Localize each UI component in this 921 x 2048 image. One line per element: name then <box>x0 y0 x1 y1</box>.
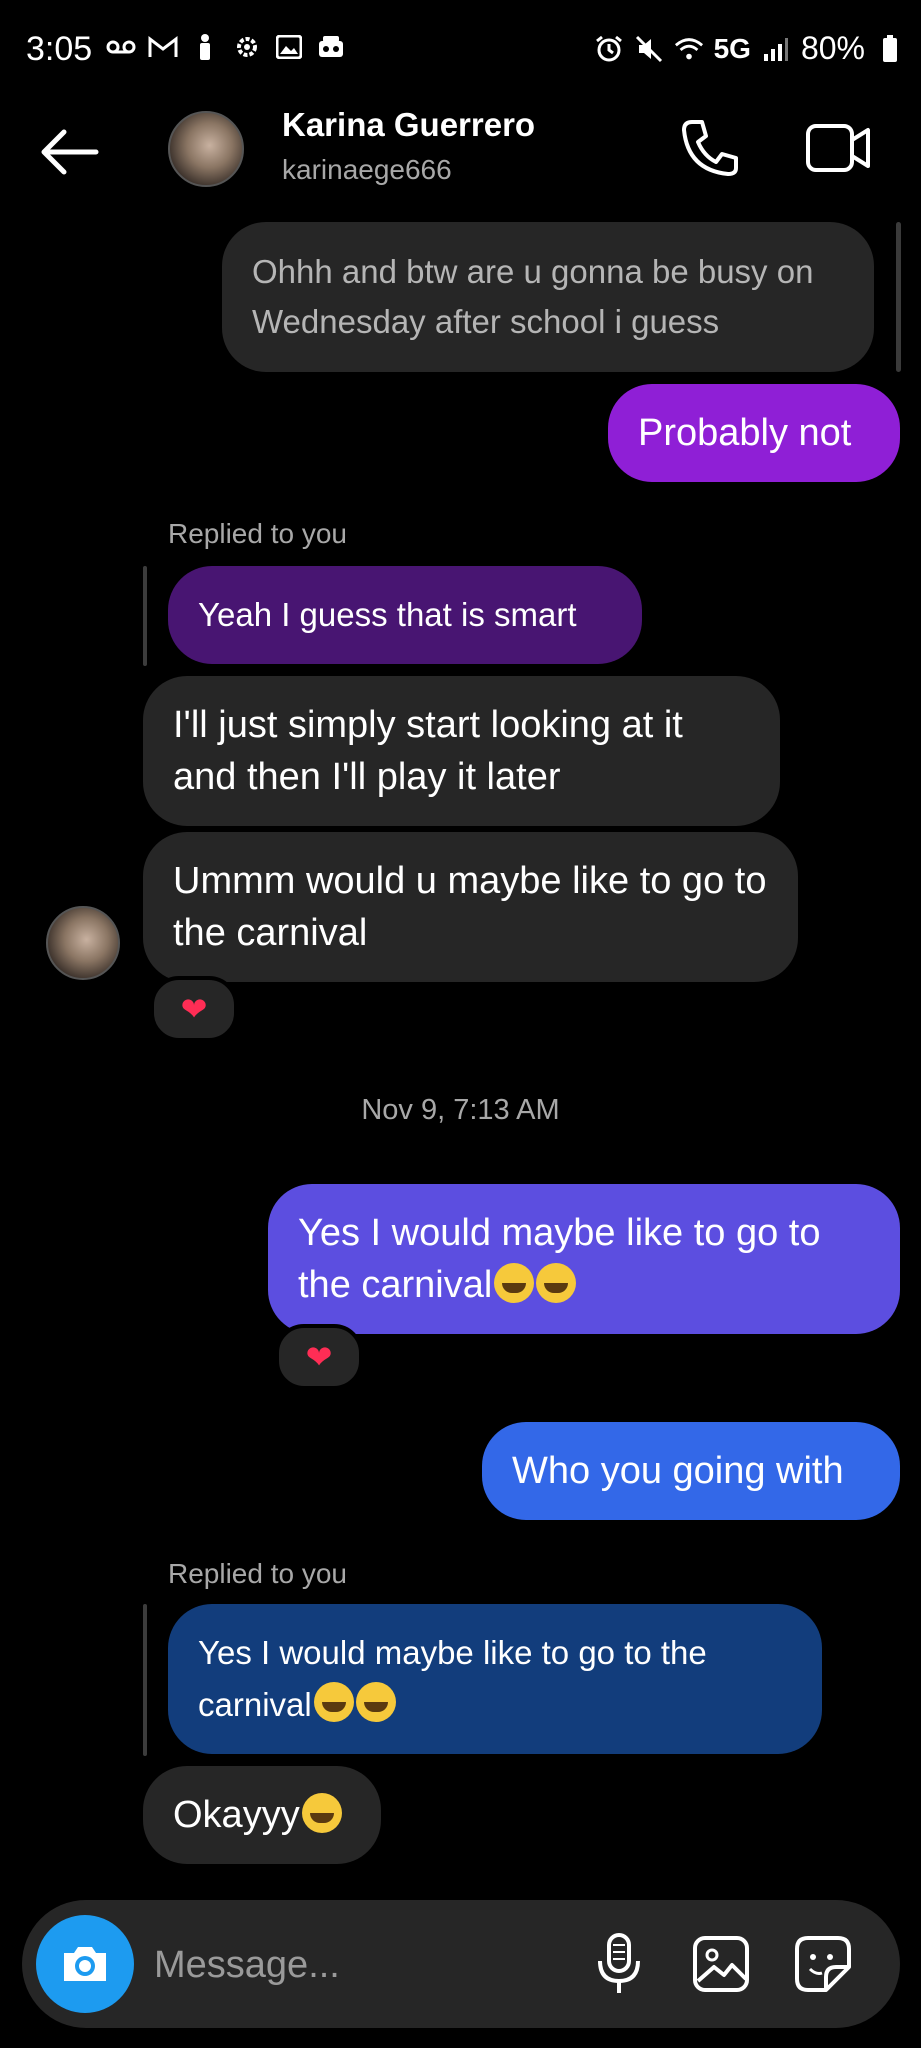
camera-icon <box>64 1947 106 1981</box>
video-camera-icon <box>806 124 870 172</box>
app-notification-icon <box>316 32 346 62</box>
voice-message-button[interactable] <box>586 1931 652 1997</box>
replied-label: Replied to you <box>168 1558 348 1589</box>
incoming-message-bubble[interactable]: I'll just simply start looking at it and… <box>143 676 780 826</box>
gallery-icon <box>274 32 304 62</box>
outgoing-message-bubble[interactable]: Ohhh and btw are u gonna be busy on Wedn… <box>222 222 874 372</box>
contact-name[interactable]: Karina Guerrero <box>282 106 535 144</box>
voice-call-button[interactable] <box>678 116 742 180</box>
settings-gear-icon <box>232 32 262 62</box>
grinning-emoji-icon <box>536 1263 577 1303</box>
outgoing-message-bubble[interactable]: Who you going with <box>482 1422 900 1520</box>
outgoing-message-bubble[interactable]: Probably not <box>608 384 900 482</box>
quoted-text: Yeah I guess that is smart <box>198 596 577 633</box>
reply-indicator-bar <box>143 1604 147 1756</box>
grinning-sweat-emoji-icon <box>494 1263 535 1303</box>
video-call-button[interactable] <box>804 116 872 180</box>
message-text: Okayyy <box>173 1794 300 1836</box>
quoted-message[interactable]: Yes I would maybe like to go to the carn… <box>168 1604 822 1754</box>
chat-scrollbar[interactable] <box>896 222 901 372</box>
network-type-label: 5G <box>713 32 751 64</box>
microphone-icon <box>598 1933 640 1993</box>
message-timestamp: Nov 9, 7:13 AM <box>361 1094 560 1126</box>
message-input[interactable] <box>152 1932 576 1998</box>
gmail-icon <box>148 32 178 62</box>
wifi-icon <box>674 34 704 64</box>
incoming-message-bubble[interactable]: Ummm would u maybe like to go to the car… <box>143 832 798 982</box>
message-text: Probably not <box>638 412 852 454</box>
sticker-button[interactable] <box>790 1931 856 1997</box>
alarm-icon <box>594 34 624 64</box>
outgoing-message-bubble[interactable]: Yes I would maybe like to go to the carn… <box>268 1184 900 1334</box>
image-icon <box>693 1936 749 1992</box>
status-notification-icons <box>106 32 346 62</box>
camera-button[interactable] <box>36 1915 134 2013</box>
sticker-icon <box>795 1936 851 1992</box>
message-text: Ohhh and btw are u gonna be busy on Wedn… <box>252 253 814 340</box>
back-arrow-icon <box>41 129 99 175</box>
message-text: Ummm would u maybe like to go to the car… <box>173 860 767 954</box>
quoted-text: Yes I would maybe like to go to the carn… <box>198 1634 707 1723</box>
grinning-sweat-emoji-icon <box>301 1793 342 1833</box>
grinning-emoji-icon <box>355 1682 396 1722</box>
sender-avatar[interactable] <box>46 906 120 980</box>
incoming-message-bubble[interactable]: Okayyy <box>143 1766 381 1864</box>
contact-avatar[interactable] <box>168 111 244 187</box>
battery-percent: 80% <box>800 30 865 66</box>
heart-reaction-icon: ❤ <box>305 1339 333 1375</box>
reply-indicator-bar <box>143 566 147 666</box>
back-button[interactable] <box>40 122 100 182</box>
status-system-icons: 5G 80% <box>594 30 905 67</box>
mute-icon <box>634 34 664 64</box>
battery-icon <box>875 34 905 64</box>
voicemail-icon <box>106 32 136 62</box>
replied-label: Replied to you <box>168 518 348 549</box>
message-text: I'll just simply start looking at it and… <box>173 704 683 798</box>
gallery-button[interactable] <box>688 1931 754 1997</box>
heart-reaction-icon: ❤ <box>180 991 208 1027</box>
grinning-sweat-emoji-icon <box>313 1682 354 1722</box>
person-icon <box>190 32 220 62</box>
signal-icon <box>761 34 791 64</box>
reaction-badge[interactable]: ❤ <box>275 1324 363 1390</box>
contact-username[interactable]: karinaege666 <box>282 154 452 186</box>
phone-icon <box>682 120 738 176</box>
reaction-badge[interactable]: ❤ <box>150 976 238 1042</box>
quoted-message[interactable]: Yeah I guess that is smart <box>168 566 642 664</box>
status-time: 3:05 <box>26 30 93 68</box>
message-text: Who you going with <box>512 1450 844 1492</box>
